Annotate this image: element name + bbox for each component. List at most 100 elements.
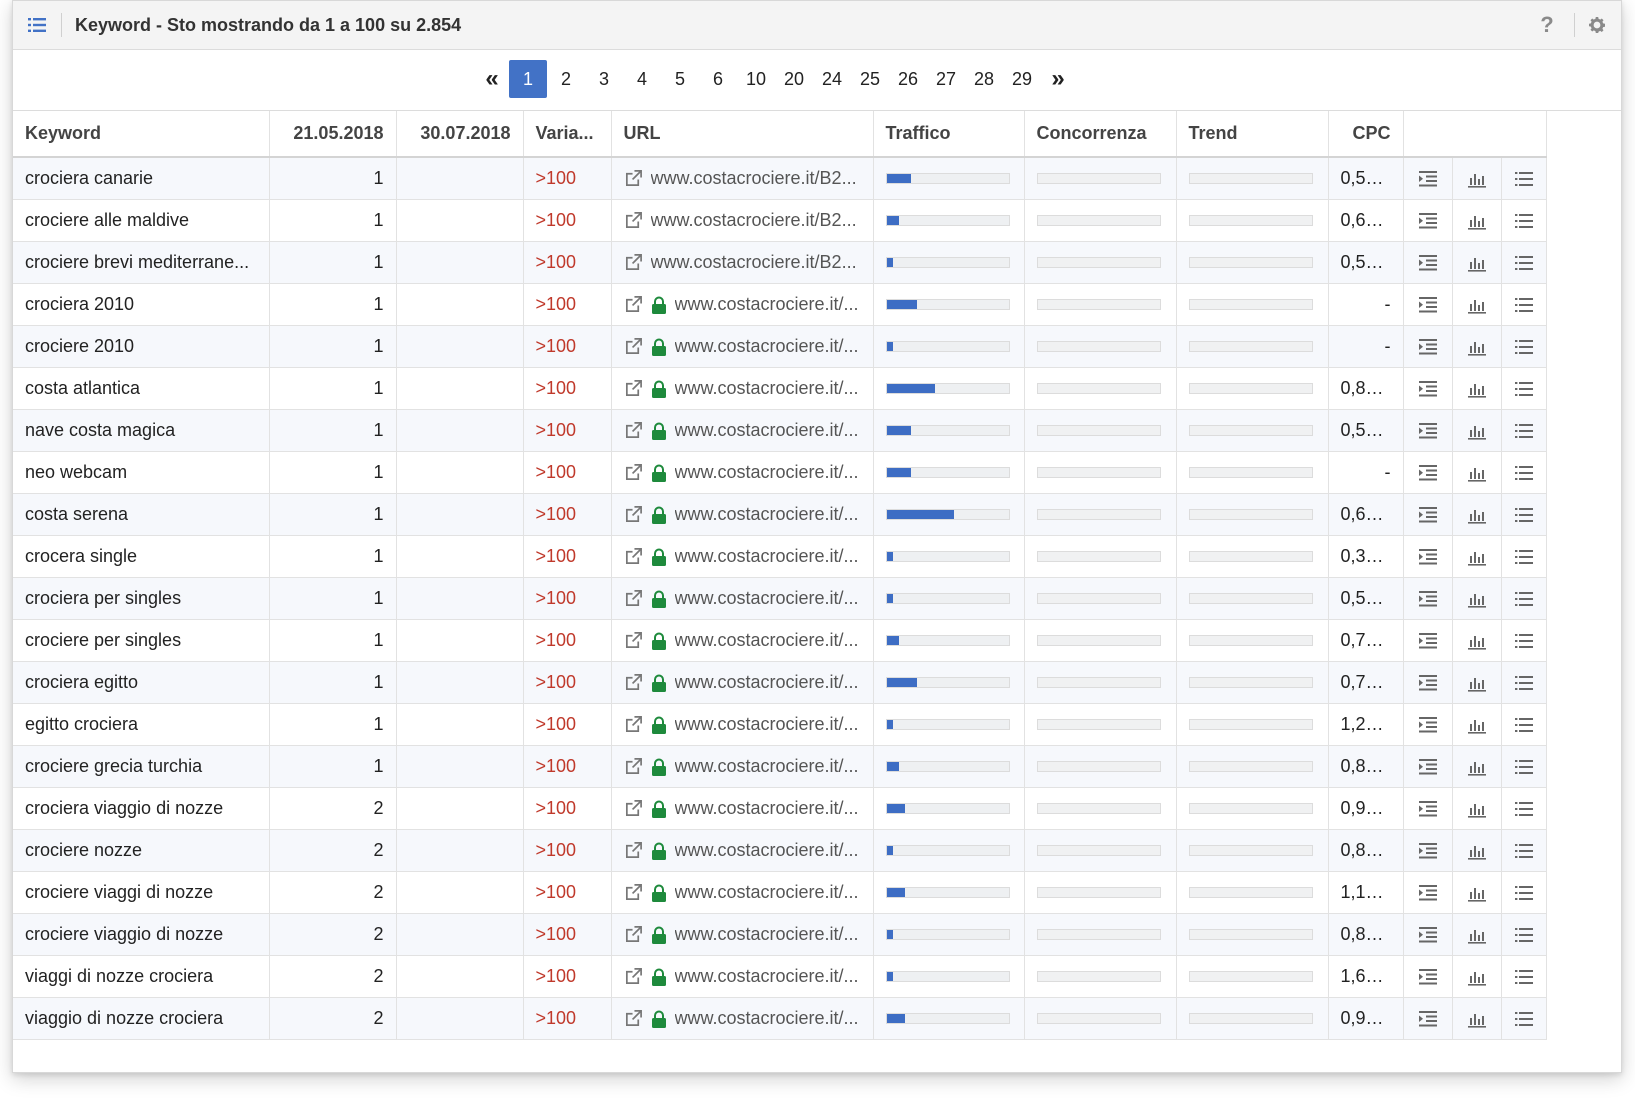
url-text[interactable]: www.costacrociere.it/... [675, 420, 859, 441]
page-button-6[interactable]: 6 [699, 60, 737, 98]
chart-action-cell[interactable] [1452, 157, 1502, 200]
serp-action-cell[interactable] [1403, 871, 1453, 914]
url-text[interactable]: www.costacrociere.it/... [675, 672, 859, 693]
serp-details-icon[interactable] [1418, 170, 1438, 188]
chart-action-cell[interactable] [1452, 955, 1502, 998]
list-action-cell[interactable] [1501, 493, 1547, 536]
external-link-icon[interactable] [624, 463, 643, 482]
bar-chart-icon[interactable] [1467, 464, 1487, 482]
keyword-cell[interactable]: viaggio di nozze crociera [13, 997, 270, 1040]
list-menu-icon[interactable] [1514, 800, 1534, 818]
list-action-cell[interactable] [1501, 409, 1547, 452]
list-menu-icon[interactable] [1514, 380, 1534, 398]
keyword-cell[interactable]: viaggi di nozze crociera [13, 955, 270, 998]
keyword-cell[interactable]: costa serena [13, 493, 270, 536]
external-link-icon[interactable] [624, 841, 643, 860]
serp-details-icon[interactable] [1418, 968, 1438, 986]
list-menu-icon[interactable] [1514, 758, 1534, 776]
list-action-cell[interactable] [1501, 199, 1547, 242]
list-action-cell[interactable] [1501, 913, 1547, 956]
url-text[interactable]: www.costacrociere.it/... [675, 714, 859, 735]
serp-action-cell[interactable] [1403, 787, 1453, 830]
external-link-icon[interactable] [624, 673, 643, 692]
chart-action-cell[interactable] [1452, 871, 1502, 914]
serp-details-icon[interactable] [1418, 674, 1438, 692]
bar-chart-icon[interactable] [1467, 968, 1487, 986]
list-menu-icon[interactable] [1514, 464, 1534, 482]
keyword-cell[interactable]: costa atlantica [13, 367, 270, 410]
url-text[interactable]: www.costacrociere.it/... [675, 336, 859, 357]
page-button-5[interactable]: 5 [661, 60, 699, 98]
serp-action-cell[interactable] [1403, 283, 1453, 326]
chart-action-cell[interactable] [1452, 577, 1502, 620]
keyword-cell[interactable]: crociere per singles [13, 619, 270, 662]
serp-details-icon[interactable] [1418, 800, 1438, 818]
chart-action-cell[interactable] [1452, 619, 1502, 662]
page-button-25[interactable]: 25 [851, 60, 889, 98]
keyword-cell[interactable]: crociere brevi mediterrane... [13, 241, 270, 284]
chart-action-cell[interactable] [1452, 451, 1502, 494]
first-page-button[interactable]: « [475, 60, 509, 98]
external-link-icon[interactable] [624, 715, 643, 734]
keyword-cell[interactable]: crocera single [13, 535, 270, 578]
page-button-2[interactable]: 2 [547, 60, 585, 98]
external-link-icon[interactable] [624, 1009, 643, 1028]
bar-chart-icon[interactable] [1467, 674, 1487, 692]
keyword-cell[interactable]: crociere 2010 [13, 325, 270, 368]
url-text[interactable]: www.costacrociere.it/... [675, 504, 859, 525]
serp-details-icon[interactable] [1418, 842, 1438, 860]
bar-chart-icon[interactable] [1467, 758, 1487, 776]
serp-details-icon[interactable] [1418, 926, 1438, 944]
list-menu-icon[interactable] [1514, 842, 1534, 860]
list-action-cell[interactable] [1501, 829, 1547, 872]
external-link-icon[interactable] [624, 967, 643, 986]
bar-chart-icon[interactable] [1467, 212, 1487, 230]
list-action-cell[interactable] [1501, 871, 1547, 914]
list-action-cell[interactable] [1501, 619, 1547, 662]
list-action-cell[interactable] [1501, 703, 1547, 746]
serp-details-icon[interactable] [1418, 590, 1438, 608]
bar-chart-icon[interactable] [1467, 296, 1487, 314]
serp-action-cell[interactable] [1403, 661, 1453, 704]
bar-chart-icon[interactable] [1467, 632, 1487, 650]
keyword-cell[interactable]: neo webcam [13, 451, 270, 494]
list-menu-icon[interactable] [1514, 674, 1534, 692]
page-button-29[interactable]: 29 [1003, 60, 1041, 98]
bar-chart-icon[interactable] [1467, 338, 1487, 356]
col-header-trend[interactable]: Trend [1176, 111, 1329, 158]
serp-details-icon[interactable] [1418, 632, 1438, 650]
col-header-url[interactable]: URL [611, 111, 874, 158]
url-text[interactable]: www.costacrociere.it/... [675, 924, 859, 945]
keyword-cell[interactable]: egitto crociera [13, 703, 270, 746]
list-action-cell[interactable] [1501, 535, 1547, 578]
bar-chart-icon[interactable] [1467, 590, 1487, 608]
external-link-icon[interactable] [624, 337, 643, 356]
keyword-cell[interactable]: crociera 2010 [13, 283, 270, 326]
serp-details-icon[interactable] [1418, 296, 1438, 314]
gear-icon[interactable] [1587, 15, 1607, 35]
bar-chart-icon[interactable] [1467, 1010, 1487, 1028]
external-link-icon[interactable] [624, 421, 643, 440]
bar-chart-icon[interactable] [1467, 422, 1487, 440]
serp-action-cell[interactable] [1403, 997, 1453, 1040]
serp-details-icon[interactable] [1418, 758, 1438, 776]
list-menu-icon[interactable] [1514, 506, 1534, 524]
page-button-20[interactable]: 20 [775, 60, 813, 98]
url-text[interactable]: www.costacrociere.it/... [675, 630, 859, 651]
serp-details-icon[interactable] [1418, 254, 1438, 272]
list-menu-icon[interactable] [1514, 884, 1534, 902]
list-action-cell[interactable] [1501, 241, 1547, 284]
col-header-cpc[interactable]: CPC [1328, 111, 1404, 158]
list-menu-icon[interactable] [1514, 296, 1534, 314]
chart-action-cell[interactable] [1452, 367, 1502, 410]
list-menu-icon[interactable] [1514, 422, 1534, 440]
list-action-cell[interactable] [1501, 577, 1547, 620]
chart-action-cell[interactable] [1452, 829, 1502, 872]
page-button-1[interactable]: 1 [509, 60, 547, 98]
keyword-cell[interactable]: nave costa magica [13, 409, 270, 452]
col-header-date2[interactable]: 30.07.2018 [396, 111, 524, 158]
bar-chart-icon[interactable] [1467, 842, 1487, 860]
serp-action-cell[interactable] [1403, 955, 1453, 998]
keyword-cell[interactable]: crociere nozze [13, 829, 270, 872]
url-text[interactable]: www.costacrociere.it/... [675, 756, 859, 777]
